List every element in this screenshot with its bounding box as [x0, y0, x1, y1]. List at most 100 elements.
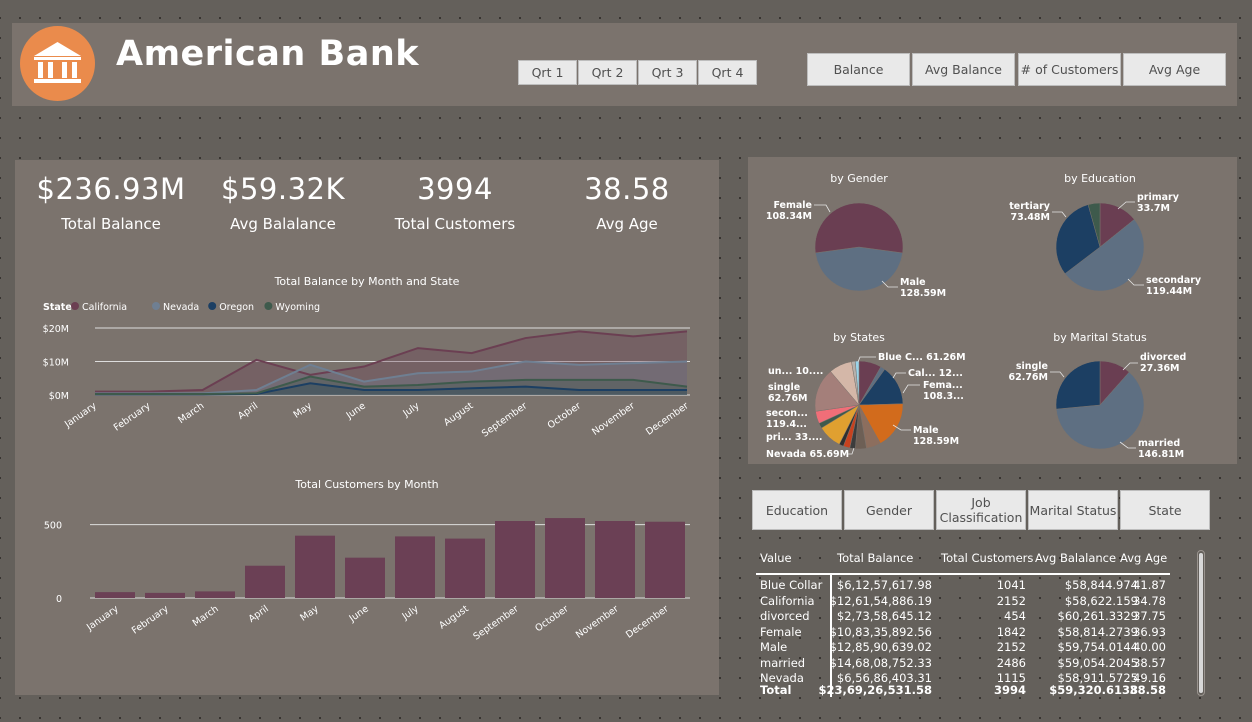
quarter-4-button[interactable]: Qrt 4	[698, 60, 757, 85]
area-x-tick-label: March	[176, 400, 206, 426]
table-cell: $59,754.0144	[1057, 640, 1138, 654]
bar-april	[245, 565, 285, 598]
states-pie-label: single	[768, 382, 800, 393]
states-pie-label: Male	[913, 425, 939, 436]
quarter-1-button[interactable]: Qrt 1	[518, 60, 577, 85]
tab-education[interactable]: Education	[752, 490, 842, 530]
bar-august	[445, 538, 485, 598]
tab-marital-status[interactable]: Marital Status	[1028, 490, 1118, 530]
states-pie-label: secon...	[766, 408, 808, 419]
total-balance-value: $236.93M	[36, 172, 186, 206]
balance-by-month-state-chart: Total Balance by Month and State State Cal…	[43, 275, 691, 440]
gender-pie-label: Female	[773, 200, 812, 211]
area-y-tick-label: $10M	[43, 358, 69, 369]
bar-x-tick-label: July	[400, 603, 421, 623]
marital-pie-slice-2	[1055, 360, 1101, 410]
area-x-tick-label: December	[644, 400, 691, 437]
tab-state[interactable]: State	[1120, 490, 1210, 530]
quarter-3-button[interactable]: Qrt 3	[638, 60, 697, 85]
bar-x-tick-label: June	[347, 603, 371, 625]
area-y-tick-label: $20M	[43, 324, 69, 335]
area-chart-title: Total Balance by Month and State	[274, 275, 460, 288]
bar-x-tick-label: August	[437, 603, 471, 631]
table-header-cell: Avg Age	[1120, 551, 1168, 565]
avg-age-value: 38.58	[584, 172, 670, 206]
table-cell: 454	[1004, 609, 1026, 623]
table-cell: 2486	[996, 655, 1026, 670]
states-pie-title: by States	[833, 331, 885, 344]
table-cell: $12,85,90,639.02	[829, 640, 932, 654]
table-cell: 38.57	[1133, 655, 1166, 670]
bar-x-tick-label: September	[471, 603, 520, 640]
states-pie-label: Cal... 12...	[908, 368, 963, 379]
table-header-cell: Total Balance	[837, 551, 914, 565]
bar-x-tick-label: May	[298, 603, 321, 623]
table-cell: $58,622.159	[1064, 593, 1138, 608]
marital-pie-label: 62.76M	[1008, 372, 1048, 383]
area-x-tick-label: July	[400, 400, 421, 420]
bar-x-tick-label: March	[191, 603, 221, 629]
table-scrollbar-thumb[interactable]	[1199, 553, 1203, 693]
tab-gender[interactable]: Gender	[844, 490, 934, 530]
balance-measure-button[interactable]: Balance	[807, 53, 910, 86]
table-header-cell: Total Customers	[941, 551, 1034, 565]
legend-label-oregon: Oregon	[219, 302, 254, 313]
customers-measure-button[interactable]: # of Customers	[1018, 53, 1121, 86]
marital-leader	[1050, 371, 1065, 378]
area-x-tick-label: February	[112, 400, 153, 433]
avg-balance-measure-button[interactable]: Avg Balance	[912, 53, 1015, 86]
table-cell: 1041	[996, 578, 1026, 592]
bar-y-tick-label: 0	[56, 594, 62, 605]
table-header-divider	[756, 573, 1170, 575]
marital-pie-label: divorced	[1140, 352, 1186, 363]
area-x-tick-label: August	[442, 400, 476, 428]
bank-logo	[20, 26, 95, 101]
bar-x-tick-label: January	[84, 603, 121, 633]
table-header-cell: Value	[760, 551, 792, 565]
states-pie-label: 119.4...	[766, 419, 807, 430]
area-x-tick-label: June	[344, 400, 368, 422]
table-cell: $58,844.974	[1064, 578, 1138, 592]
bar-y-tick-label: 500	[44, 521, 62, 532]
bar-november	[595, 521, 635, 598]
avg-balance-label: Avg Balalance	[230, 215, 336, 233]
education-pie-label: tertiary	[1009, 201, 1051, 212]
table-cell: $10,83,35,892.56	[829, 624, 932, 639]
bar-june	[345, 557, 385, 598]
gender-pie-label: Male	[900, 277, 926, 288]
bar-may	[295, 535, 335, 598]
education-pie-label: primary	[1137, 192, 1180, 203]
area-x-tick-label: January	[62, 400, 99, 430]
states-pie-label: Nevada 65.69M	[766, 449, 849, 460]
table-cell: $58,814.2739	[1057, 624, 1138, 639]
table-cell: $6,12,57,617.98	[836, 578, 932, 592]
table-cell: Female	[760, 624, 802, 639]
legend-marker-california	[71, 302, 79, 310]
table-total-cell: $23,69,26,531.58	[818, 683, 933, 697]
gender-pie-slice-1	[814, 202, 904, 254]
bar-october	[545, 518, 585, 598]
legend-marker-oregon	[208, 302, 217, 310]
table-cell: 41.87	[1133, 578, 1166, 592]
table-cell: 34.78	[1133, 593, 1166, 608]
states-pie-label: Fema...	[923, 380, 963, 391]
avg-age-measure-button[interactable]: Avg Age	[1123, 53, 1226, 86]
states-leader	[902, 384, 920, 394]
legend-label-california: California	[82, 302, 127, 313]
legend-title: State	[43, 302, 72, 313]
table-cell: 2152	[996, 640, 1026, 654]
bar-x-tick-label: April	[247, 603, 271, 624]
bar-january	[95, 592, 135, 598]
education-leader	[1127, 278, 1144, 286]
total-customers-value: 3994	[417, 172, 493, 206]
area-y-tick-label: $0M	[49, 391, 69, 402]
gender-pie-slice-0	[815, 246, 903, 292]
tab-job-classification[interactable]: Job Classification	[936, 490, 1026, 530]
total-customers-label: Total Customers	[394, 215, 516, 233]
education-pie-label: secondary	[1146, 275, 1202, 286]
legend-label-nevada: Nevada	[163, 302, 199, 313]
bar-september	[495, 521, 535, 598]
table-scrollbar[interactable]	[1197, 550, 1205, 696]
bar-february	[145, 592, 185, 598]
quarter-2-button[interactable]: Qrt 2	[578, 60, 637, 85]
